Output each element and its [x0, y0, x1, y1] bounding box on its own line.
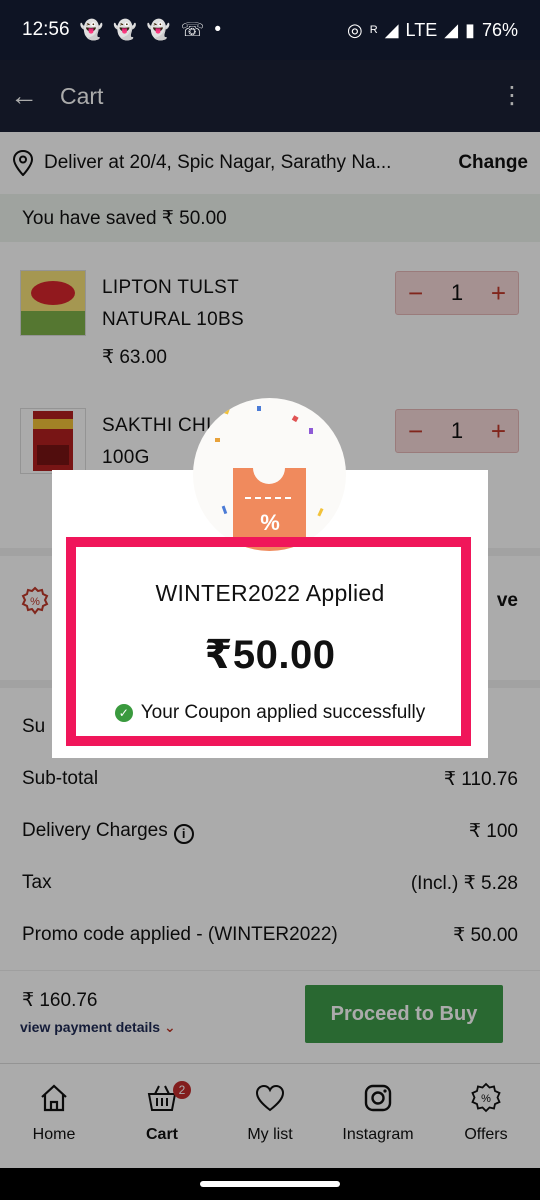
- battery-level: 76%: [481, 19, 518, 40]
- signal-icon: ◢: [444, 19, 459, 40]
- network-type: LTE: [405, 19, 438, 40]
- roaming-indicator: R: [369, 24, 378, 36]
- cart-screen: 12:56 👻 👻 👻 ☏ • ◎ R ◢ LTE ◢ ▮ 76% ← Cart…: [0, 0, 540, 1200]
- hotspot-icon: ◎: [347, 19, 363, 40]
- home-gesture-handle[interactable]: [200, 1181, 340, 1187]
- percent-glyph: %: [260, 510, 280, 535]
- snapchat-icon: 👻: [113, 20, 137, 41]
- status-time: 12:56: [22, 19, 70, 40]
- missed-call-icon: ☏: [180, 19, 205, 41]
- coupon-success-message: ✓ Your Coupon applied successfully: [52, 702, 488, 724]
- coupon-applied-title: WINTER2022 Applied: [155, 580, 385, 606]
- coupon-discount-amount: ₹50.00: [204, 633, 336, 677]
- status-bar: 12:56 👻 👻 👻 ☏ • ◎ R ◢ LTE ◢ ▮ 76%: [0, 0, 540, 60]
- notification-dot-icon: •: [214, 19, 221, 40]
- snapchat-icon: 👻: [146, 20, 171, 41]
- snapchat-icon: 👻: [79, 20, 104, 41]
- gesture-navigation-bar: [0, 1168, 540, 1200]
- battery-icon: ▮: [465, 19, 475, 40]
- check-circle-icon: ✓: [114, 704, 133, 722]
- signal-icon: ◢: [384, 19, 399, 40]
